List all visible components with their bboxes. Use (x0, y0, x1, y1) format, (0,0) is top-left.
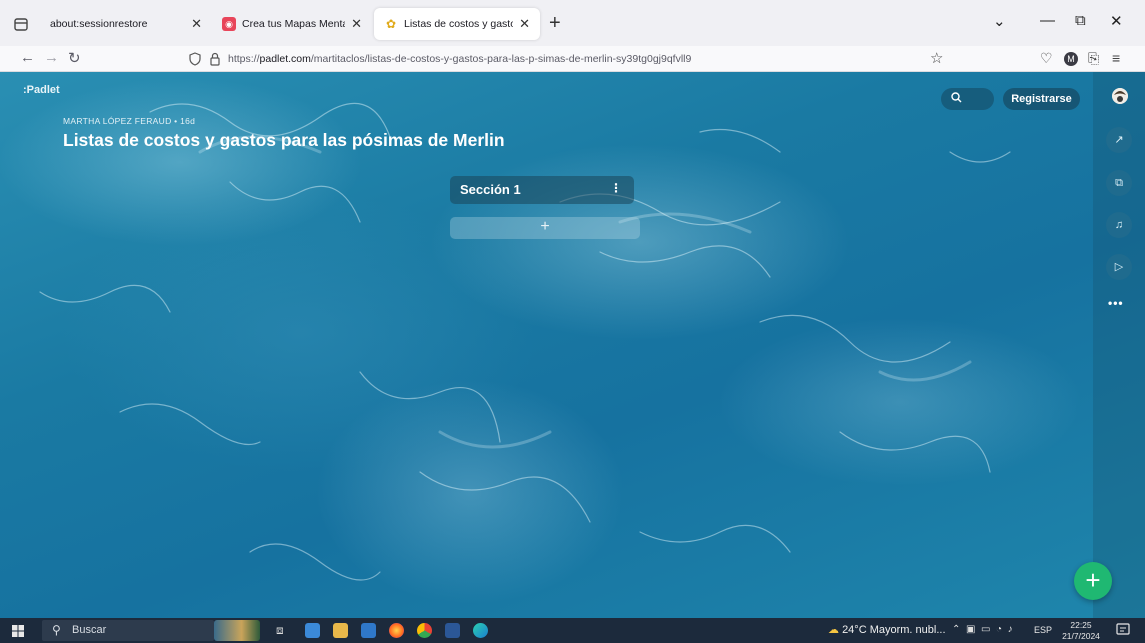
add-post-button[interactable]: + (450, 217, 640, 239)
clock-time: 22:25 (1070, 620, 1092, 630)
tab-padlet[interactable]: ✿ Listas de costos y gastos para l ✕ (374, 8, 540, 40)
chevron-down-icon[interactable]: ⌄ (993, 12, 1006, 30)
task-view-icon[interactable]: ⧈ (276, 623, 291, 638)
author-name[interactable]: MARTHA LÓPEZ FERAUD (63, 116, 172, 126)
battery-icon[interactable]: ▭ (981, 624, 990, 635)
play-slideshow-icon[interactable]: ▷ (1106, 254, 1132, 280)
add-post-fab[interactable]: + (1074, 562, 1112, 600)
url-text[interactable]: https://padlet.com/martitaclos/listas-de… (228, 53, 691, 65)
padlet-logo[interactable]: :Padlet (23, 84, 60, 96)
network-icon[interactable]: ▣ (966, 624, 975, 635)
back-arrow-icon[interactable]: ← (20, 49, 35, 66)
shield-icon[interactable] (188, 52, 202, 66)
url-prefix: https:// (228, 53, 260, 65)
right-action-rail (1093, 72, 1145, 618)
ocean-background-image (39, 102, 1011, 581)
browser-nav-bar: ← → ↻ https://padlet.com/martitaclos/lis… (0, 46, 1145, 72)
tab-title: Listas de costos y gastos para l (404, 18, 513, 30)
firefox-icon[interactable] (389, 623, 404, 638)
more-options-button[interactable]: ••• (1108, 296, 1124, 310)
remake-copy-icon[interactable]: ⧉ (1106, 170, 1132, 196)
weather-widget[interactable]: ☁ 24°C Mayorm. nubl... (828, 623, 946, 636)
tab-title: Crea tus Mapas Mentales en Lín (242, 18, 345, 30)
url-path: /martitaclos/listas-de-costos-y-gastos-p… (310, 53, 692, 65)
windows-taskbar: ⚲ Buscar ⧈ ☁ 24°C Mayorm. nubl... ⌃ ▣ ▭ … (0, 618, 1145, 643)
minimize-button[interactable]: — (1040, 12, 1055, 29)
chevron-up-icon[interactable]: ⌃ (952, 624, 960, 635)
search-highlight-image[interactable] (214, 620, 260, 641)
search-icon (951, 92, 962, 103)
search-icon: ⚲ (52, 623, 61, 637)
menu-hamburger-icon[interactable]: ≡ (1112, 50, 1120, 66)
system-tray[interactable]: ⌃ ▣ ▭ ◔ ♪ (952, 624, 1013, 635)
url-domain: padlet.com (259, 53, 311, 65)
avatar[interactable] (1112, 88, 1128, 104)
chrome-icon[interactable] (417, 623, 432, 638)
url-bar[interactable]: https://padlet.com/martitaclos/listas-de… (182, 48, 952, 70)
extensions-icon[interactable]: ⎘ (1088, 50, 1099, 67)
lock-icon[interactable] (208, 52, 222, 66)
tab-session-restore[interactable]: about:sessionrestore ✕ (40, 8, 212, 40)
maximize-button[interactable]: ⧉ (1075, 12, 1086, 29)
store-icon[interactable] (333, 623, 348, 638)
close-icon[interactable]: ✕ (519, 16, 530, 32)
close-icon[interactable]: ✕ (191, 16, 202, 32)
notification-icon[interactable] (1116, 623, 1130, 637)
weather-text: 24°C Mayorm. nubl... (842, 624, 946, 636)
volume-icon[interactable]: ♪ (1008, 624, 1013, 635)
account-avatar-icon[interactable]: M (1064, 52, 1078, 66)
page-title: Listas de costos y gastos para las pósim… (63, 130, 505, 150)
board-age: 16d (180, 116, 196, 126)
forward-arrow-icon[interactable]: → (44, 49, 59, 66)
section-menu-icon[interactable]: ⋮ (610, 181, 622, 195)
new-tab-button[interactable]: + (549, 12, 561, 35)
edge-icon[interactable] (473, 623, 488, 638)
tab-mapas-mentales[interactable]: ◉ Crea tus Mapas Mentales en Lín ✕ (212, 8, 372, 40)
register-button[interactable]: Registrarse (1003, 88, 1080, 110)
board-author: MARTHA LÓPEZ FERAUD • 16d (63, 116, 196, 126)
padlet-board: :Padlet MARTHA LÓPEZ FERAUD • 16d Listas… (0, 72, 1145, 618)
bookmark-star-icon[interactable]: ☆ (930, 49, 943, 67)
wifi-icon[interactable]: ◔ (996, 624, 1002, 635)
search-button[interactable] (941, 88, 994, 110)
taskbar-clock[interactable]: 22:25 21/7/2024 (1059, 620, 1103, 641)
section-header[interactable]: Sección 1 ⋮ (450, 176, 634, 204)
close-window-button[interactable]: ✕ (1110, 12, 1123, 30)
language-indicator[interactable]: ESP (1034, 625, 1052, 635)
reload-icon[interactable]: ↻ (68, 49, 81, 67)
padlet-favicon-icon: ✿ (385, 17, 397, 31)
word-icon[interactable] (445, 623, 460, 638)
mindmap-favicon-icon: ◉ (222, 17, 236, 31)
search-placeholder: Buscar (72, 624, 107, 636)
windows-start-icon[interactable] (12, 625, 24, 637)
file-explorer-icon[interactable] (305, 623, 320, 638)
tab-title: about:sessionrestore (50, 18, 148, 30)
browser-tab-bar: about:sessionrestore ✕ ◉ Crea tus Mapas … (0, 0, 1145, 46)
bell-icon[interactable]: ♫ (1106, 212, 1132, 238)
cloud-sun-icon: ☁ (828, 624, 839, 636)
user-avatar-icon (1112, 88, 1128, 104)
clock-date: 21/7/2024 (1062, 630, 1100, 641)
list-all-tabs-icon[interactable] (12, 15, 30, 33)
pocket-icon[interactable]: ♡ (1040, 50, 1053, 67)
mail-icon[interactable] (361, 623, 376, 638)
section-title: Sección 1 (460, 182, 521, 197)
share-arrow-icon[interactable]: ↗ (1106, 127, 1132, 153)
taskbar-search-input[interactable]: ⚲ Buscar (42, 620, 214, 641)
close-icon[interactable]: ✕ (351, 16, 362, 32)
